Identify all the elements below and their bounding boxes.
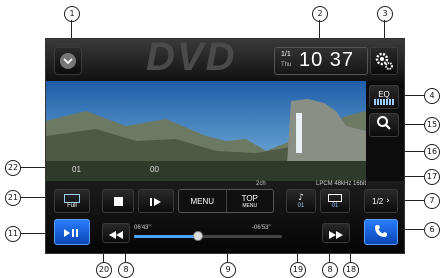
clock-date: 1/1 (281, 51, 291, 58)
phone-icon (374, 223, 388, 242)
top-menu-label-top: TOP (241, 193, 258, 203)
eq-button[interactable]: EQ (369, 85, 399, 109)
progress-track[interactable] (134, 231, 282, 241)
callout-8-right: 8 (322, 262, 338, 278)
search-button[interactable] (369, 113, 399, 137)
video-area: 01 00 (46, 81, 366, 181)
eq-bars-icon (374, 98, 394, 105)
video-overlay-left: 01 (72, 165, 81, 174)
callout-16: 16 (424, 144, 440, 160)
phone-button[interactable] (364, 219, 398, 245)
callout-6: 6 (424, 222, 440, 238)
callout-3: 3 (377, 6, 393, 22)
remaining-time: -06'53" (252, 225, 271, 231)
subtitle-icon (328, 193, 342, 202)
eq-label: EQ (378, 89, 390, 99)
subtitle-value: 01 (331, 202, 339, 209)
search-icon (376, 115, 392, 135)
fast-forward-icon (329, 224, 343, 243)
slow-play-icon (149, 192, 163, 211)
music-note-icon: ♪ (298, 193, 304, 203)
hide-touch-panel-button[interactable] (54, 47, 82, 75)
page-label: 1/2 (372, 196, 384, 206)
callout-11: 11 (5, 226, 21, 242)
callout-8-left: 8 (118, 262, 134, 278)
gear-icon (374, 51, 394, 71)
menu-group: MENU TOP MENU (178, 189, 274, 213)
subtitle-button[interactable]: 01 (320, 189, 350, 213)
progress-knob[interactable] (192, 231, 203, 241)
top-menu-button[interactable]: TOP MENU (227, 190, 274, 212)
callout-18: 18 (343, 262, 359, 278)
top-menu-label-bottom: MENU (242, 202, 258, 209)
stop-icon (113, 196, 123, 206)
menu-button[interactable]: MENU (179, 190, 227, 212)
callout-19: 19 (290, 262, 306, 278)
screen-mode-button[interactable]: Full (54, 189, 90, 213)
clock-time: 10 37 (299, 49, 355, 71)
callout-2: 2 (312, 6, 328, 22)
audio-language-button[interactable]: ♪ 01 (286, 189, 316, 213)
menu-label: MENU (190, 196, 215, 206)
callout-17: 17 (424, 169, 440, 185)
settings-button[interactable] (370, 47, 398, 75)
fast-forward-button[interactable] (322, 223, 350, 243)
video-frame-image (46, 81, 366, 181)
video-overlay-right: 00 (150, 165, 159, 174)
elapsed-time: 06'43" (134, 225, 151, 231)
callout-9: 9 (220, 262, 236, 278)
callout-1: 1 (64, 6, 80, 22)
next-page-button[interactable]: 1/2 › (364, 189, 398, 213)
clock-weekday: Thu (281, 62, 292, 68)
slow-play-button[interactable] (138, 189, 174, 213)
rewind-button[interactable] (102, 223, 130, 243)
head-unit-screen: DVD 01 00 1/1 Thu 10 37 EQ 2ch LPCM 48kH… (45, 38, 405, 254)
play-pause-button[interactable] (54, 219, 90, 245)
callout-4: 4 (424, 88, 440, 104)
callout-20: 20 (96, 262, 112, 278)
callout-22: 22 (5, 160, 21, 176)
callout-7-leader (402, 200, 424, 201)
audio-channel-label: 2ch (256, 181, 266, 187)
clock-display[interactable]: 1/1 Thu 10 37 (274, 47, 368, 75)
callout-6-leader (402, 229, 424, 230)
screen-mode-icon (64, 193, 80, 203)
callout-15: 15 (424, 117, 440, 133)
rewind-icon (109, 224, 123, 243)
progress-fill (134, 235, 198, 238)
play-pause-icon (63, 223, 81, 242)
chevron-right-icon: › (386, 196, 390, 206)
audio-format-label: LPCM 48kHz 16bit (316, 181, 367, 187)
chevron-down-icon (60, 53, 76, 69)
callout-7: 7 (424, 193, 440, 209)
source-watermark: DVD (146, 38, 237, 79)
audio-language-value: 01 (297, 203, 305, 209)
callout-21: 21 (5, 190, 21, 206)
stop-button[interactable] (102, 189, 134, 213)
screen-mode-label: Full (67, 202, 77, 209)
